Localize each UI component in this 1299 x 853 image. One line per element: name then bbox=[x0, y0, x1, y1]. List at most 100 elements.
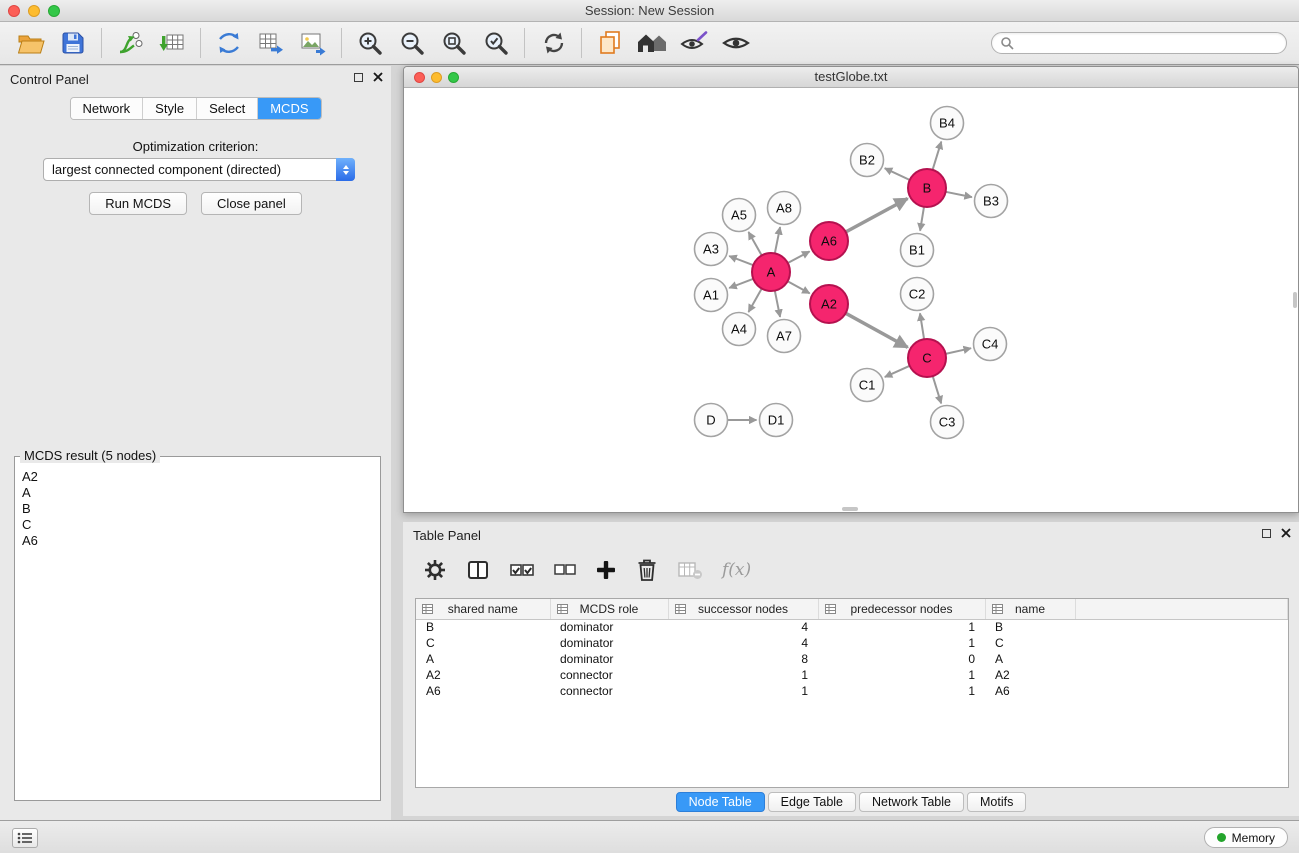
column-header-shared-name[interactable]: shared name bbox=[416, 599, 550, 619]
network-node-A6[interactable]: A6 bbox=[810, 222, 848, 260]
network-node-C4[interactable]: C4 bbox=[974, 328, 1007, 361]
export-table-button[interactable] bbox=[250, 25, 292, 61]
cell-mcds-role[interactable]: connector bbox=[550, 667, 668, 683]
import-table-file-button[interactable] bbox=[151, 25, 193, 61]
zoom-out-button[interactable] bbox=[391, 25, 433, 61]
open-file-button[interactable] bbox=[10, 25, 52, 61]
float-panel-icon[interactable] bbox=[354, 73, 363, 82]
edge-C-C1[interactable] bbox=[885, 366, 910, 377]
cell-successor-nodes[interactable]: 1 bbox=[668, 667, 818, 683]
panel-list-button[interactable] bbox=[12, 828, 38, 848]
cell-successor-nodes[interactable]: 1 bbox=[668, 683, 818, 699]
hide-graphics-details-button[interactable] bbox=[673, 25, 715, 61]
cell-shared-name[interactable]: A bbox=[416, 651, 550, 667]
close-network-window-button[interactable] bbox=[414, 72, 425, 83]
cell-name[interactable]: B bbox=[985, 619, 1075, 635]
column-header-mcds-role[interactable]: MCDS role bbox=[550, 599, 668, 619]
duplicate-button[interactable] bbox=[589, 25, 631, 61]
network-graph[interactable]: AA1A2A3A4A5A6A7A8BB1B2B3B4CC1C2C3C4DD1 bbox=[404, 88, 1298, 512]
cell-predecessor-nodes[interactable]: 1 bbox=[818, 667, 985, 683]
network-node-C1[interactable]: C1 bbox=[851, 369, 884, 402]
edge-A6-B[interactable] bbox=[846, 199, 908, 233]
refresh-view-button[interactable] bbox=[532, 25, 574, 61]
edge-A-A7[interactable] bbox=[775, 291, 780, 317]
network-node-A4[interactable]: A4 bbox=[723, 313, 756, 346]
cell-successor-nodes[interactable]: 4 bbox=[668, 635, 818, 651]
network-node-A3[interactable]: A3 bbox=[695, 233, 728, 266]
table-row[interactable]: A dominator 8 0 A bbox=[416, 651, 1288, 667]
cell-predecessor-nodes[interactable]: 0 bbox=[818, 651, 985, 667]
cell-predecessor-nodes[interactable]: 1 bbox=[818, 683, 985, 699]
close-panel-button[interactable]: Close panel bbox=[201, 192, 302, 215]
edge-A-A1[interactable] bbox=[729, 279, 753, 288]
tab-select[interactable]: Select bbox=[197, 98, 258, 119]
edge-A-A3[interactable] bbox=[729, 256, 753, 265]
edge-B-B3[interactable] bbox=[946, 192, 972, 197]
network-node-A8[interactable]: A8 bbox=[768, 192, 801, 225]
select-all-button[interactable] bbox=[509, 560, 535, 580]
network-node-C2[interactable]: C2 bbox=[901, 278, 934, 311]
edge-A2-C[interactable] bbox=[846, 313, 908, 347]
network-node-A7[interactable]: A7 bbox=[768, 320, 801, 353]
mcds-result-item[interactable]: A6 bbox=[22, 533, 380, 549]
tab-edge-table[interactable]: Edge Table bbox=[768, 792, 856, 812]
network-node-B2[interactable]: B2 bbox=[851, 144, 884, 177]
vertical-scrollbar[interactable] bbox=[1293, 292, 1297, 308]
zoom-fit-button[interactable] bbox=[433, 25, 475, 61]
table-settings-button[interactable] bbox=[423, 558, 447, 582]
float-table-panel-icon[interactable] bbox=[1262, 529, 1271, 538]
tab-motifs[interactable]: Motifs bbox=[967, 792, 1026, 812]
network-canvas[interactable]: AA1A2A3A4A5A6A7A8BB1B2B3B4CC1C2C3C4DD1 bbox=[404, 88, 1298, 512]
close-panel-icon[interactable] bbox=[373, 72, 383, 82]
mcds-result-item[interactable]: A bbox=[22, 485, 380, 501]
save-session-button[interactable] bbox=[52, 25, 94, 61]
edge-A-A2[interactable] bbox=[788, 281, 810, 293]
function-builder-button[interactable]: f(x) bbox=[722, 560, 751, 580]
run-mcds-button[interactable]: Run MCDS bbox=[89, 192, 187, 215]
table-row[interactable]: A2 connector 1 1 A2 bbox=[416, 667, 1288, 683]
tab-node-table[interactable]: Node Table bbox=[676, 792, 765, 812]
home-button[interactable] bbox=[631, 25, 673, 61]
cell-shared-name[interactable]: A2 bbox=[416, 667, 550, 683]
cell-shared-name[interactable]: C bbox=[416, 635, 550, 651]
export-image-button[interactable] bbox=[292, 25, 334, 61]
cell-predecessor-nodes[interactable]: 1 bbox=[818, 619, 985, 635]
delete-column-button[interactable] bbox=[677, 559, 703, 581]
search-input[interactable] bbox=[1019, 36, 1278, 50]
show-graphics-details-button[interactable] bbox=[715, 25, 757, 61]
edge-B-B1[interactable] bbox=[920, 207, 924, 231]
cell-successor-nodes[interactable]: 4 bbox=[668, 619, 818, 635]
network-node-A1[interactable]: A1 bbox=[695, 279, 728, 312]
cell-mcds-role[interactable]: dominator bbox=[550, 619, 668, 635]
zoom-selected-button[interactable] bbox=[475, 25, 517, 61]
column-header-predecessor-nodes[interactable]: predecessor nodes bbox=[818, 599, 985, 619]
cell-mcds-role[interactable]: connector bbox=[550, 683, 668, 699]
cell-name[interactable]: A6 bbox=[985, 683, 1075, 699]
tab-style[interactable]: Style bbox=[143, 98, 197, 119]
deselect-all-button[interactable] bbox=[554, 560, 576, 580]
network-node-B1[interactable]: B1 bbox=[901, 234, 934, 267]
add-row-button[interactable] bbox=[595, 559, 617, 581]
network-node-C3[interactable]: C3 bbox=[931, 406, 964, 439]
cell-name[interactable]: A bbox=[985, 651, 1075, 667]
network-node-A2[interactable]: A2 bbox=[810, 285, 848, 323]
clone-network-button[interactable] bbox=[208, 25, 250, 61]
tab-network-table[interactable]: Network Table bbox=[859, 792, 964, 812]
cell-shared-name[interactable]: A6 bbox=[416, 683, 550, 699]
tab-network[interactable]: Network bbox=[70, 98, 143, 119]
mcds-result-item[interactable]: A2 bbox=[22, 469, 380, 485]
mcds-result-item[interactable]: B bbox=[22, 501, 380, 517]
network-node-A5[interactable]: A5 bbox=[723, 199, 756, 232]
memory-button[interactable]: Memory bbox=[1204, 827, 1288, 848]
import-network-file-button[interactable] bbox=[109, 25, 151, 61]
network-node-C[interactable]: C bbox=[908, 339, 946, 377]
zoom-in-button[interactable] bbox=[349, 25, 391, 61]
close-window-button[interactable] bbox=[8, 5, 20, 17]
maximize-window-button[interactable] bbox=[48, 5, 60, 17]
cell-successor-nodes[interactable]: 8 bbox=[668, 651, 818, 667]
delete-row-button[interactable] bbox=[636, 558, 658, 582]
cell-mcds-role[interactable]: dominator bbox=[550, 635, 668, 651]
edge-A-A4[interactable] bbox=[749, 289, 762, 312]
network-node-B3[interactable]: B3 bbox=[975, 185, 1008, 218]
cell-name[interactable]: C bbox=[985, 635, 1075, 651]
